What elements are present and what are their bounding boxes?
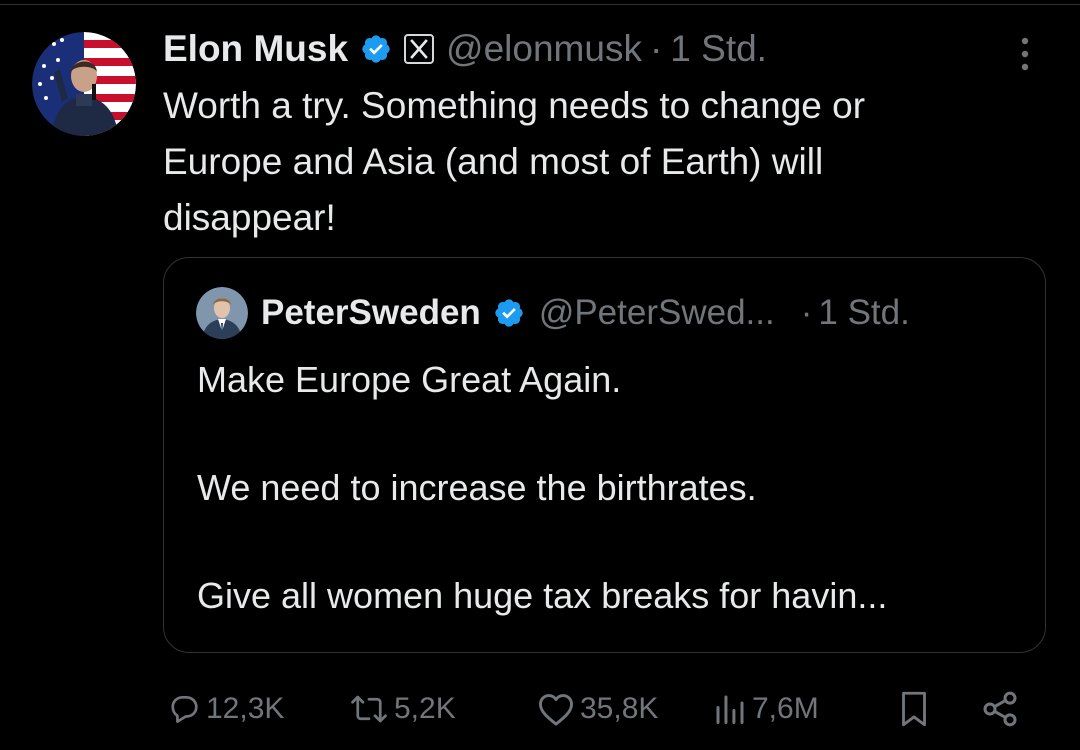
quoted-author-handle[interactable]: @PeterSwed... bbox=[539, 293, 775, 333]
share-icon bbox=[980, 689, 1020, 729]
quoted-author-name[interactable]: PeterSweden bbox=[261, 293, 481, 333]
post-header: Elon Musk @elonmusk · 1 Std. bbox=[163, 26, 767, 72]
bookmark-button[interactable] bbox=[896, 684, 932, 734]
heart-icon bbox=[536, 691, 576, 727]
views-count: 7,6M bbox=[752, 692, 819, 725]
like-button[interactable]: 35,8K bbox=[536, 684, 658, 734]
repost-icon bbox=[348, 691, 390, 727]
author-handle[interactable]: @elonmusk bbox=[446, 28, 642, 70]
like-count: 35,8K bbox=[580, 692, 659, 725]
top-divider bbox=[0, 4, 1080, 5]
share-button[interactable] bbox=[980, 684, 1020, 734]
reply-count: 12,3K bbox=[206, 692, 285, 725]
quoted-avatar-image bbox=[196, 287, 248, 339]
reply-icon bbox=[166, 691, 202, 727]
quoted-author-avatar[interactable] bbox=[196, 287, 248, 339]
quoted-post-text: Make Europe Great Again. We need to incr… bbox=[197, 359, 888, 616]
analytics-icon bbox=[712, 691, 748, 727]
quoted-separator-dot: · bbox=[800, 293, 813, 332]
author-avatar[interactable] bbox=[32, 32, 136, 136]
repost-count: 5,2K bbox=[394, 692, 456, 725]
post-text: Worth a try. Something needs to change o… bbox=[163, 85, 866, 238]
x-logo-icon[interactable] bbox=[404, 34, 435, 64]
quoted-verified-badge-icon bbox=[493, 297, 525, 329]
quoted-post-header: PeterSweden @PeterSwed... · 1 Std. bbox=[261, 290, 910, 336]
post-time[interactable]: 1 Std. bbox=[670, 28, 767, 70]
quoted-post-time[interactable]: 1 Std. bbox=[818, 293, 909, 333]
bookmark-icon bbox=[896, 689, 932, 729]
repost-button[interactable]: 5,2K bbox=[348, 684, 456, 734]
quoted-post-card[interactable]: PeterSweden @PeterSwed... · 1 Std. Make … bbox=[163, 257, 1046, 653]
views-button[interactable]: 7,6M bbox=[712, 684, 819, 734]
action-bar: 12,3K 5,2K 35,8K 7,6M bbox=[0, 684, 1080, 734]
reply-button[interactable]: 12,3K bbox=[166, 684, 284, 734]
author-name[interactable]: Elon Musk bbox=[163, 28, 348, 70]
avatar-image bbox=[32, 32, 136, 136]
separator-dot: · bbox=[649, 28, 663, 69]
verified-badge-icon bbox=[360, 33, 392, 65]
more-options-icon[interactable] bbox=[1010, 36, 1040, 72]
